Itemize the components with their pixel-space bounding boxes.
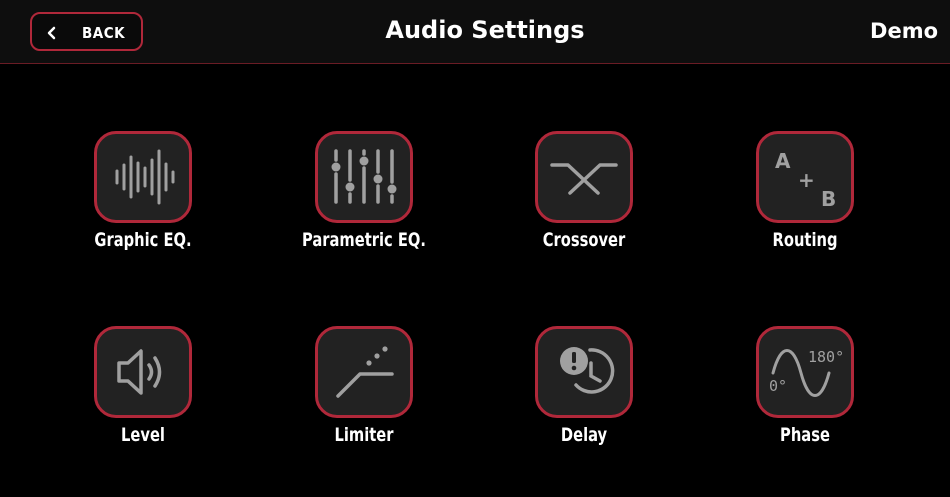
delay-button[interactable]: Delay (494, 326, 674, 476)
limiter-label: Limiter (334, 424, 394, 446)
phase-icon: 180° 0° (756, 326, 854, 418)
phase-0-text: 0° (769, 377, 787, 395)
routing-plus-text: + (798, 168, 815, 192)
crossover-label: Crossover (542, 229, 626, 251)
limiter-icon (315, 326, 413, 418)
routing-a-text: A (775, 149, 791, 173)
graphic-eq-icon (94, 131, 192, 223)
crossover-icon (535, 131, 633, 223)
parametric-eq-label: Parametric EQ. (301, 229, 426, 251)
parametric-eq-button[interactable]: Parametric EQ. (274, 131, 454, 281)
routing-button[interactable]: A + B Routing (715, 131, 895, 281)
speaker-icon (94, 326, 192, 418)
delay-label: Delay (560, 424, 608, 446)
graphic-eq-label: Graphic EQ. (94, 229, 192, 251)
routing-label: Routing (772, 229, 838, 251)
phase-button[interactable]: 180° 0° Phase (715, 326, 895, 476)
level-button[interactable]: Level (53, 326, 233, 476)
limiter-button[interactable]: Limiter (274, 326, 454, 476)
parametric-eq-icon (315, 131, 413, 223)
level-label: Level (121, 424, 165, 446)
page-title: Audio Settings (385, 16, 585, 44)
phase-label: Phase (780, 424, 830, 446)
routing-b-text: B (821, 187, 836, 211)
header-bar: BACK Audio Settings Demo (0, 0, 950, 64)
phase-180-text: 180° (808, 348, 844, 366)
routing-icon: A + B (756, 131, 854, 223)
mode-label: Demo (870, 19, 938, 43)
delay-icon (535, 326, 633, 418)
crossover-button[interactable]: Crossover (494, 131, 674, 281)
graphic-eq-button[interactable]: Graphic EQ. (53, 131, 233, 281)
